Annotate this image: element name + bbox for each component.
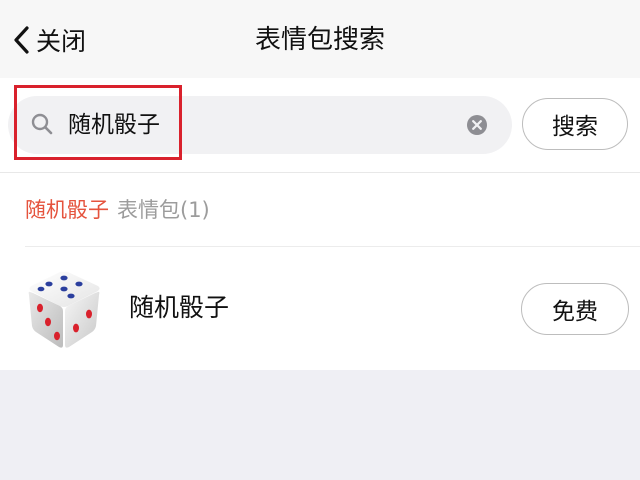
free-button[interactable]: 免费	[521, 283, 629, 335]
divider	[0, 172, 640, 173]
search-button[interactable]: 搜索	[522, 98, 628, 150]
search-input[interactable]: 随机骰子	[8, 96, 512, 154]
list-item[interactable]: 随机骰子 免费	[0, 248, 640, 368]
clear-icon[interactable]	[466, 114, 488, 136]
search-content: 随机骰子 搜索 随机骰子 表情包(1) 随机骰子 免费	[0, 78, 640, 370]
item-name: 随机骰子	[129, 293, 230, 322]
results-keyword: 随机骰子	[25, 198, 109, 222]
navigation-bar: 关闭 表情包搜索	[0, 0, 640, 78]
results-header: 随机骰子 表情包(1)	[25, 195, 210, 225]
dice-icon	[28, 271, 100, 348]
results-category: 表情包(1)	[117, 198, 210, 222]
page-title: 表情包搜索	[254, 25, 385, 55]
divider	[25, 246, 640, 247]
search-icon	[31, 113, 53, 135]
search-query[interactable]: 随机骰子	[68, 96, 160, 154]
